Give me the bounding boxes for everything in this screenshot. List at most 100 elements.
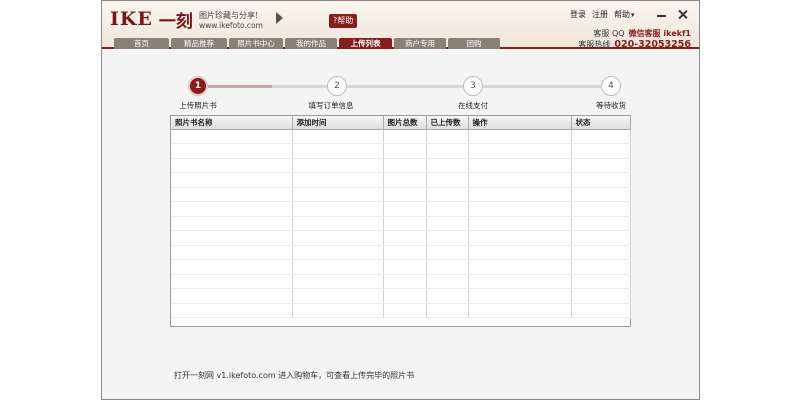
step-4-circle: 4 bbox=[601, 76, 621, 96]
qq-value: 微信客服 ikekf1 bbox=[628, 29, 691, 38]
table-header-row: 照片书名称 添加时间 图片总数 已上传数 操作 状态 bbox=[171, 116, 631, 130]
table-cell bbox=[571, 230, 631, 246]
logo: IKE 一刻 bbox=[110, 7, 193, 32]
table-cell bbox=[292, 187, 384, 202]
table-cell bbox=[571, 143, 631, 159]
table-cell bbox=[292, 172, 384, 188]
table-cell bbox=[571, 187, 631, 202]
table-cell bbox=[468, 172, 572, 188]
table-cell bbox=[171, 216, 293, 231]
table-cell bbox=[171, 129, 293, 144]
table-row bbox=[171, 143, 631, 159]
tab-home[interactable]: 首页 bbox=[114, 38, 169, 49]
table-cell bbox=[383, 129, 427, 144]
table-cell bbox=[571, 172, 631, 188]
help-menu[interactable]: 帮助 bbox=[614, 9, 635, 20]
customer-service: 客服 QQ 微信客服 ikekf1 客服热线 020-32053256 bbox=[578, 28, 691, 50]
tab-my-works[interactable]: 我的作品 bbox=[285, 38, 337, 49]
tab-photobook-center[interactable]: 照片书中心 bbox=[229, 38, 283, 49]
col-header-book-name[interactable]: 照片书名称 bbox=[171, 116, 293, 130]
table-cell bbox=[426, 201, 469, 217]
logo-text: IKE bbox=[110, 8, 153, 30]
login-link[interactable]: 登录 bbox=[570, 9, 586, 20]
table-cell bbox=[468, 259, 572, 275]
step-1-circle: 1 bbox=[188, 76, 208, 96]
table-cell bbox=[571, 288, 631, 304]
table-cell bbox=[383, 201, 427, 217]
table-cell bbox=[383, 216, 427, 231]
table-cell bbox=[571, 245, 631, 260]
table-cell bbox=[426, 274, 469, 289]
table-row bbox=[171, 245, 631, 260]
table-cell bbox=[468, 303, 572, 318]
table-cell bbox=[383, 230, 427, 246]
step-3-label: 在线支付 bbox=[458, 101, 488, 110]
step-connector-1b bbox=[272, 85, 327, 88]
table-cell bbox=[426, 288, 469, 304]
table-cell bbox=[171, 259, 293, 275]
step-connector-2 bbox=[347, 85, 463, 88]
col-header-actions[interactable]: 操作 bbox=[468, 116, 572, 130]
table-cell bbox=[426, 172, 469, 188]
col-header-added-time[interactable]: 添加时间 bbox=[292, 116, 384, 130]
table-cell bbox=[292, 230, 384, 246]
tagline: 图片珍藏与分享! bbox=[199, 11, 259, 20]
table-cell bbox=[292, 303, 384, 318]
table-cell bbox=[426, 259, 469, 275]
table-row bbox=[171, 274, 631, 289]
table-cell bbox=[468, 143, 572, 159]
table-cell bbox=[171, 288, 293, 304]
table-row bbox=[171, 288, 631, 304]
header: IKE 一刻 图片珍藏与分享! www.ikefoto.com ?帮助 登录 注… bbox=[102, 1, 699, 50]
table-row bbox=[171, 216, 631, 231]
table-cell bbox=[468, 158, 572, 173]
col-header-uploaded[interactable]: 已上传数 bbox=[426, 116, 469, 130]
help-button[interactable]: ?帮助 bbox=[329, 14, 358, 28]
table-cell bbox=[468, 245, 572, 260]
table-cell bbox=[468, 288, 572, 304]
tab-group-buy[interactable]: 团购 bbox=[448, 38, 500, 49]
table-cell bbox=[426, 245, 469, 260]
table-cell bbox=[383, 158, 427, 173]
close-icon[interactable] bbox=[678, 10, 687, 19]
tab-featured[interactable]: 精品推荐 bbox=[171, 38, 227, 49]
col-header-status[interactable]: 状态 bbox=[571, 116, 631, 130]
table-cell bbox=[171, 303, 293, 318]
tab-upload-list[interactable]: 上传列表 bbox=[339, 38, 392, 49]
qq-label: 客服 QQ bbox=[593, 29, 625, 38]
table-cell bbox=[571, 274, 631, 289]
table-cell bbox=[292, 158, 384, 173]
step-1-label: 上传照片书 bbox=[179, 101, 217, 110]
table-cell bbox=[292, 201, 384, 217]
table-cell bbox=[468, 216, 572, 231]
table-cell bbox=[468, 230, 572, 246]
table-cell bbox=[171, 172, 293, 188]
table-cell bbox=[292, 129, 384, 144]
table-cell bbox=[292, 288, 384, 304]
table-cell bbox=[468, 201, 572, 217]
table-cell bbox=[383, 303, 427, 318]
table-row bbox=[171, 187, 631, 202]
table-cell bbox=[383, 143, 427, 159]
table-cell bbox=[426, 303, 469, 318]
table-body bbox=[171, 129, 631, 318]
progress-steps: 1 2 3 4 上传照片书 填写订单信息 在线支付 等待收货 bbox=[102, 76, 699, 116]
table-cell bbox=[468, 187, 572, 202]
table-row bbox=[171, 158, 631, 173]
hotline-label: 客服热线 bbox=[578, 40, 611, 49]
table-cell bbox=[171, 143, 293, 159]
hotline-value: 020-32053256 bbox=[614, 39, 691, 50]
col-header-total-images[interactable]: 图片总数 bbox=[383, 116, 427, 130]
logo-cn-text: 一刻 bbox=[158, 11, 193, 32]
footer-note: 打开一刻网 v1.ikefoto.com 进入购物车，可查看上传完毕的照片书 bbox=[174, 371, 415, 380]
table-row bbox=[171, 303, 631, 318]
table-cell bbox=[383, 245, 427, 260]
play-arrow-icon bbox=[276, 12, 283, 24]
step-2-circle: 2 bbox=[327, 76, 347, 96]
table-cell bbox=[426, 216, 469, 231]
minimize-icon[interactable] bbox=[657, 10, 666, 17]
register-link[interactable]: 注册 bbox=[592, 9, 608, 20]
tab-merchant[interactable]: 商户专用 bbox=[394, 38, 446, 49]
table-row bbox=[171, 129, 631, 144]
table-cell bbox=[171, 187, 293, 202]
